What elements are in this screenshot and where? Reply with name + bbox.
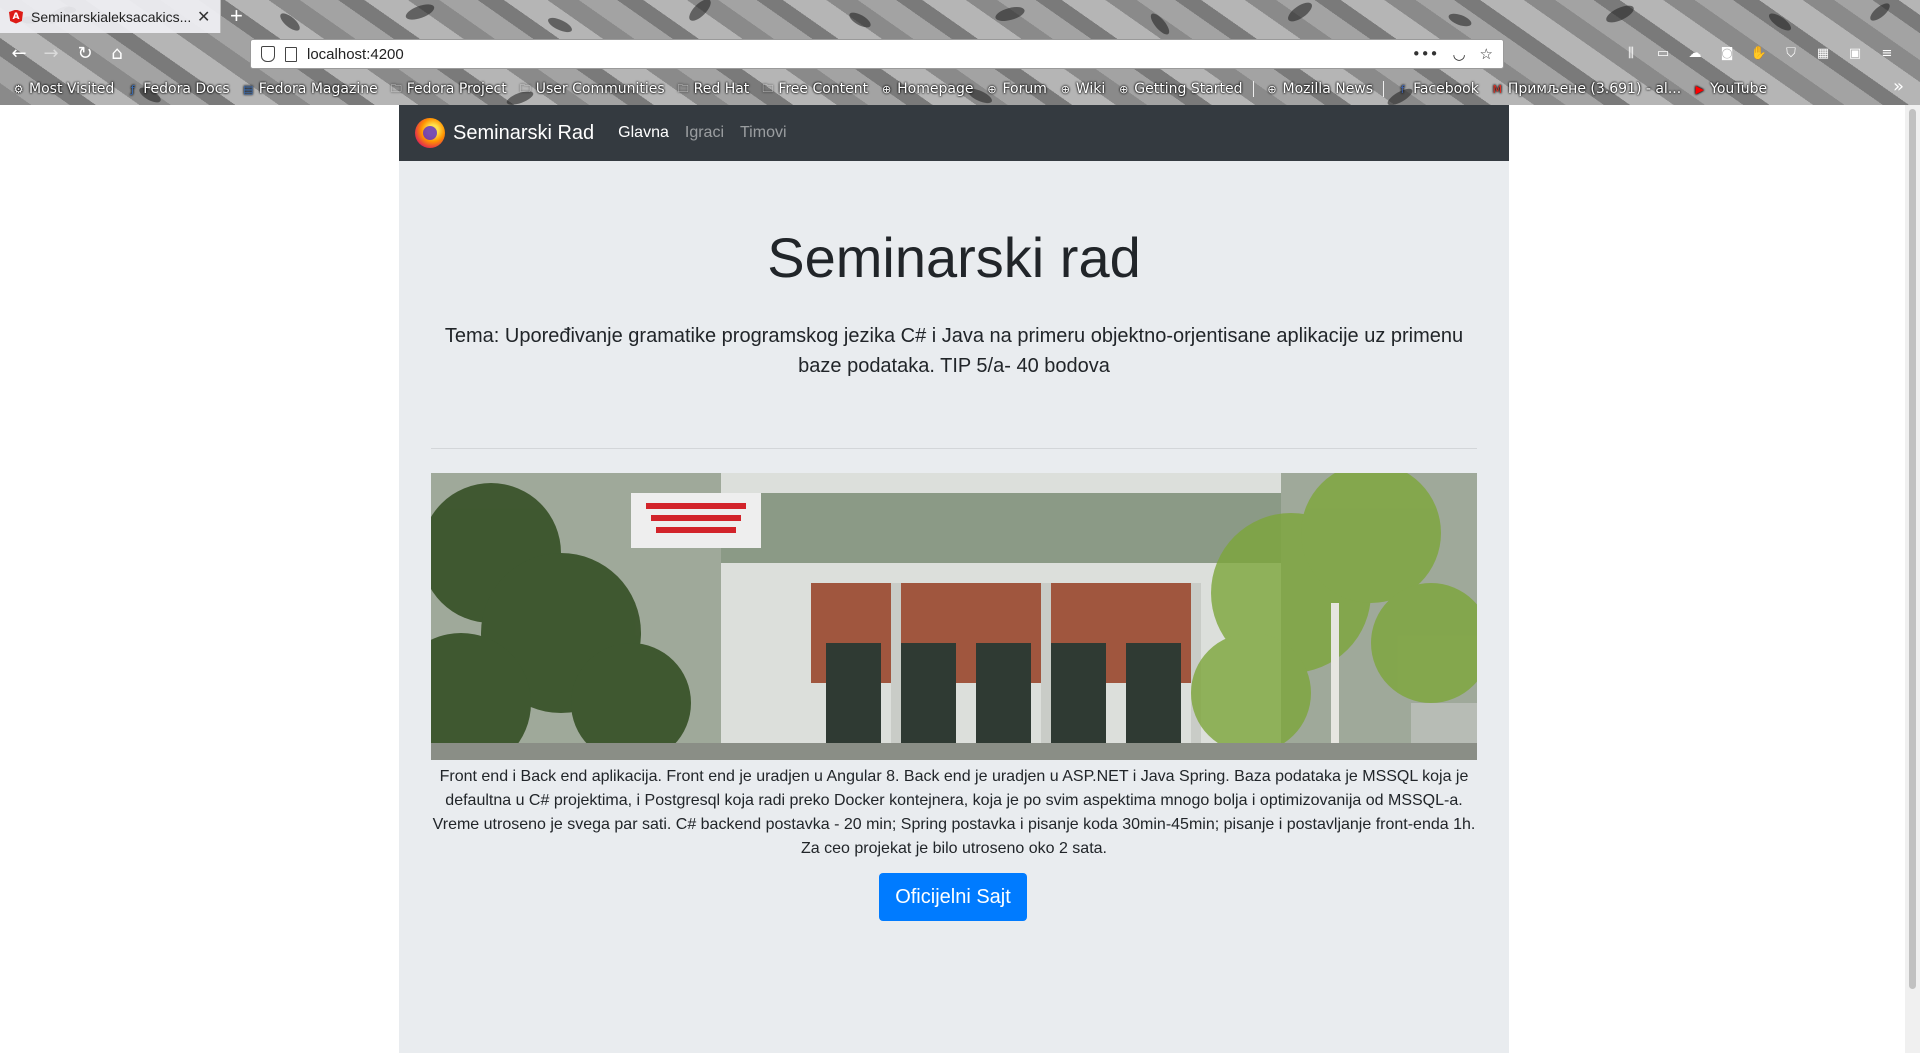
- facebook-icon: f: [1400, 82, 1405, 96]
- bookmark-item[interactable]: 🗀 User Communities: [519, 81, 665, 97]
- globe-icon: ⊕: [1119, 82, 1129, 96]
- translate-icon[interactable]: ▣: [1846, 44, 1864, 62]
- library-icon[interactable]: ⫼: [1622, 44, 1640, 62]
- globe-icon: ⊕: [1060, 82, 1070, 96]
- url-text[interactable]: localhost:4200: [307, 46, 404, 63]
- bookmarks-overflow-icon[interactable]: »: [1893, 76, 1904, 97]
- bookmark-label: Примљене (3.691) - al...: [1507, 81, 1682, 97]
- pocket-icon[interactable]: ◡: [1452, 45, 1465, 63]
- bookmark-item[interactable]: 🗀 Red Hat: [677, 81, 750, 97]
- bookmark-item[interactable]: ⊕ Wiki: [1059, 81, 1106, 97]
- bookmark-label: Fedora Project: [406, 81, 507, 97]
- bookmark-item[interactable]: 🗀 Free Content: [761, 81, 868, 97]
- sync-icon[interactable]: ☁: [1686, 44, 1704, 62]
- tab-title: Seminarskialeksacakics...: [31, 8, 191, 25]
- reload-icon[interactable]: ↻: [74, 42, 96, 64]
- angular-icon: A: [9, 9, 23, 24]
- bookmark-label: Free Content: [778, 81, 869, 97]
- lead-text: Tema: Upoređivanje gramatike programskog…: [444, 325, 1464, 377]
- bookmark-item[interactable]: f Facebook: [1396, 81, 1479, 97]
- firefox-logo-icon[interactable]: [415, 118, 445, 148]
- official-site-button[interactable]: Oficijelni Sajt: [879, 873, 1027, 921]
- navigation-toolbar: ← → ↻ ⌂ localhost:4200 ••• ◡ ☆ ⫼ ▭ ☁ ◙ ✋…: [0, 36, 1920, 70]
- bookmark-label: Fedora Magazine: [258, 81, 378, 97]
- page-scrollbar[interactable]: [1905, 105, 1920, 1053]
- bookmark-item[interactable]: ⊕ Getting Started: [1117, 81, 1242, 97]
- ublock-icon[interactable]: ⛉: [1782, 44, 1800, 62]
- bookmark-item[interactable]: 🗀 Fedora Project: [390, 81, 507, 97]
- description-text: Front end i Back end aplikacija. Front e…: [432, 768, 1476, 857]
- more-actions-icon[interactable]: •••: [1412, 45, 1439, 63]
- menu-icon[interactable]: ≡: [1878, 44, 1896, 62]
- page-icon: [285, 46, 297, 62]
- bookmark-label: Most Visited: [29, 81, 115, 97]
- forward-icon[interactable]: →: [40, 42, 62, 64]
- globe-icon: ⊕: [987, 82, 997, 96]
- bookmark-item[interactable]: ⊕ Mozilla News: [1266, 81, 1374, 97]
- page-viewport: Seminarski Rad Glavna Igraci Timovi Semi…: [0, 105, 1903, 1053]
- extension-icon[interactable]: ◙: [1718, 44, 1736, 62]
- page-title: Seminarski rad: [767, 226, 1141, 289]
- close-tab-icon[interactable]: ✕: [197, 7, 210, 26]
- home-icon[interactable]: ⌂: [106, 42, 128, 64]
- folder-icon: 🗀: [519, 81, 531, 95]
- bookmark-star-icon[interactable]: ☆: [1480, 45, 1493, 63]
- globe-icon: ⊕: [882, 82, 892, 96]
- bookmark-label: YouTube: [1710, 81, 1768, 97]
- browser-chrome: A Seminarskialeksacakics... ✕ + ← → ↻ ⌂ …: [0, 0, 1920, 105]
- folder-icon: 🗀: [762, 81, 774, 95]
- bookmark-item[interactable]: M Примљене (3.691) - al...: [1491, 81, 1682, 97]
- nav-link-igraci[interactable]: Igraci: [685, 124, 724, 142]
- bookmark-label: Getting Started: [1134, 81, 1243, 97]
- extensions-grid-icon[interactable]: ▦: [1814, 44, 1832, 62]
- bookmark-label: Facebook: [1413, 81, 1479, 97]
- bookmark-label: Fedora Docs: [143, 81, 230, 97]
- back-icon[interactable]: ←: [8, 42, 30, 64]
- sidebar-icon[interactable]: ▭: [1654, 44, 1672, 62]
- bookmark-item[interactable]: ⊕ Homepage: [880, 81, 973, 97]
- new-tab-button[interactable]: +: [230, 3, 243, 29]
- url-bar[interactable]: localhost:4200 ••• ◡ ☆: [250, 39, 1504, 69]
- bookmark-label: Red Hat: [693, 81, 750, 97]
- fedora-icon: ƒ: [130, 82, 135, 96]
- divider: [431, 448, 1477, 449]
- scrollbar-thumb[interactable]: [1909, 109, 1916, 989]
- bookmarks-toolbar: ⚙ Most Visited ƒ Fedora Docs ▤ Fedora Magazin…: [0, 76, 1920, 102]
- bookmark-label: Mozilla News: [1282, 81, 1374, 97]
- bookmark-label: User Communities: [535, 81, 665, 97]
- bookmark-label: Wiki: [1075, 81, 1106, 97]
- folder-icon: 🗀: [390, 81, 402, 95]
- tab-active[interactable]: A Seminarskialeksacakics... ✕: [0, 0, 221, 33]
- bookmark-item[interactable]: ⚙ Most Visited: [12, 81, 115, 97]
- folder-icon: 🗀: [677, 81, 689, 95]
- bookmark-item[interactable]: ƒ Fedora Docs: [126, 81, 230, 97]
- faculty-building-photo: [431, 473, 1477, 760]
- bookmark-label: Forum: [1002, 81, 1047, 97]
- nav-link-timovi[interactable]: Timovi: [740, 124, 787, 142]
- gnome-icon[interactable]: ✋: [1750, 44, 1768, 62]
- bookmark-separator: [1383, 81, 1385, 97]
- gear-icon: ⚙: [13, 82, 24, 96]
- app-navbar: Seminarski Rad Glavna Igraci Timovi: [399, 105, 1509, 161]
- bookmark-item[interactable]: ▤ Fedora Magazine: [242, 81, 378, 97]
- globe-icon: ⊕: [1267, 82, 1277, 96]
- tab-bar: A Seminarskialeksacakics... ✕ +: [0, 0, 1920, 33]
- youtube-icon: ▶: [1695, 82, 1704, 96]
- shield-icon[interactable]: [261, 46, 275, 62]
- gmail-icon: M: [1492, 82, 1503, 96]
- bookmark-item[interactable]: ⊕ Forum: [985, 81, 1047, 97]
- bookmark-separator: [1252, 81, 1254, 97]
- bookmark-label: Homepage: [897, 81, 974, 97]
- main-container: Seminarski Rad Glavna Igraci Timovi Semi…: [399, 105, 1509, 1053]
- bookmark-item[interactable]: ▶ YouTube: [1693, 81, 1767, 97]
- nav-link-glavna[interactable]: Glavna: [618, 124, 669, 142]
- brand-link[interactable]: Seminarski Rad: [453, 122, 594, 145]
- magazine-icon: ▤: [243, 82, 254, 96]
